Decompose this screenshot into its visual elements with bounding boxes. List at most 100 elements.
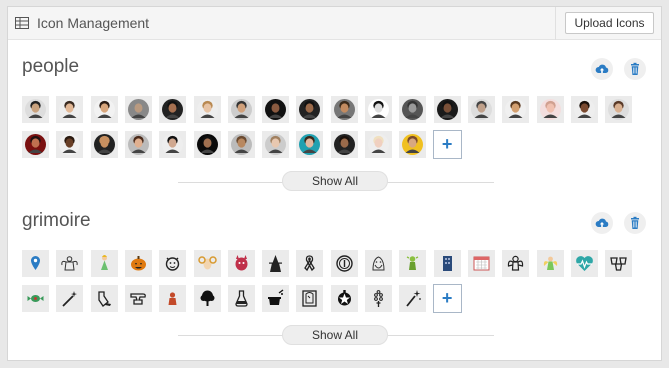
grimoire-tile[interactable] [56, 250, 84, 277]
grimoire-tile[interactable] [159, 285, 187, 312]
coin-icon [335, 255, 353, 272]
demon-icon [235, 255, 248, 271]
avatar-icon-woman-dark[interactable] [193, 131, 221, 158]
section-title-people: people [22, 56, 80, 77]
trash-icon [631, 62, 639, 75]
grimoire-tile[interactable] [365, 250, 392, 277]
avatar-icon-woman-curly[interactable] [570, 96, 598, 123]
grimoire-tile[interactable] [296, 250, 324, 277]
avatar-icon-woman-smile[interactable] [124, 131, 152, 158]
avatar-icon-woman-light[interactable] [262, 131, 290, 158]
grimoire-tile[interactable] [605, 250, 633, 277]
avatar-icon-woman-red[interactable] [22, 131, 49, 158]
grimoire-tile[interactable] [399, 250, 427, 277]
grimoire-show-all-button[interactable]: Show All [282, 325, 388, 345]
grimoire-tile[interactable] [124, 285, 152, 312]
trash-icon [631, 216, 639, 229]
avatar-icon-man-dark[interactable] [159, 96, 187, 123]
heart-pulse-icon [575, 256, 593, 271]
pentagram-icon [337, 290, 351, 306]
avatar-icon-woman-afro[interactable] [56, 131, 84, 158]
avatar-icon-man-dark-bg[interactable] [433, 96, 461, 123]
avatar-icon-man-hat[interactable] [90, 96, 118, 123]
avatar-icon-woman-dark-hair[interactable] [56, 96, 84, 123]
avatar-icon-woman-brown[interactable] [605, 96, 633, 123]
avatar-icon-man-cap[interactable] [159, 131, 187, 158]
fairy-icon [100, 255, 108, 270]
avatar-icon-woman-pink[interactable] [536, 96, 564, 123]
avatar-icon-woman-teal[interactable] [296, 131, 324, 158]
grimoire-delete-button[interactable] [624, 212, 646, 234]
anvil-icon [130, 293, 146, 305]
grimoire-tile[interactable] [90, 285, 118, 312]
grimoire-tile[interactable] [399, 285, 427, 312]
avatar-icon-man-suit[interactable] [22, 96, 49, 123]
calendar-icon [473, 256, 490, 271]
avatar-icon-man-bw[interactable] [365, 96, 392, 123]
avatar-icon-woman-yellow[interactable] [399, 131, 427, 158]
avatar-icon-man-tanned[interactable] [227, 131, 255, 158]
grimoire-tile[interactable] [570, 250, 598, 277]
grimoire-tile[interactable] [502, 250, 530, 277]
panel-header: Icon Management Upload Icons [8, 7, 661, 40]
flask-icon [235, 290, 248, 307]
ribbon-icon [304, 255, 316, 272]
grimoire-tile[interactable] [467, 250, 495, 277]
grimoire-tile[interactable] [262, 250, 290, 277]
grimoire-tile[interactable] [90, 250, 118, 277]
cauldrons-icon [610, 257, 627, 271]
grid-icon [15, 17, 29, 29]
sparkle-wand-icon [406, 290, 422, 307]
avatar-icon-woman-long[interactable] [330, 131, 358, 158]
pumpkin-icon [130, 256, 146, 271]
goblin-icon [406, 256, 419, 270]
grimoire-tile[interactable] [22, 250, 49, 277]
avatar-icon-man-tan[interactable] [502, 96, 530, 123]
grimoire-tile[interactable] [262, 285, 290, 312]
grimoire-tile[interactable] [330, 250, 358, 277]
people-upload-button[interactable] [591, 58, 613, 80]
avatar-icon-man-smile[interactable] [227, 96, 255, 123]
wizard-face-icon [372, 256, 385, 271]
grimoire-tile[interactable] [193, 250, 221, 277]
stamp-icon [168, 292, 177, 305]
map-pin-icon [31, 256, 40, 270]
grimoire-tile[interactable] [227, 285, 255, 312]
avatar-icon-woman-blonde[interactable] [193, 96, 221, 123]
magic-hat-icon [268, 289, 284, 305]
angel-color-icon [543, 256, 557, 270]
grimoire-add-icon-button[interactable]: + [432, 284, 462, 313]
people-add-icon-button[interactable]: + [432, 130, 462, 159]
avatar-icon-old-man[interactable] [124, 96, 152, 123]
rosary-icon [374, 290, 383, 307]
avatar-icon-man-gray[interactable] [399, 96, 427, 123]
upload-icons-button[interactable]: Upload Icons [565, 12, 654, 34]
grimoire-upload-button[interactable] [591, 212, 613, 234]
avatar-icon-man-beard[interactable] [296, 96, 324, 123]
avatar-icon-man-bald[interactable] [90, 131, 118, 158]
cloud-upload-icon [595, 218, 609, 227]
grimoire-tile[interactable] [330, 285, 358, 312]
grimoire-tile[interactable] [227, 250, 255, 277]
cherub-icon [508, 255, 524, 271]
grimoire-tile[interactable] [124, 250, 152, 277]
avatar-icon-man-brown[interactable] [330, 96, 358, 123]
angel-outline-icon [61, 256, 78, 271]
grimoire-tile[interactable] [296, 285, 324, 312]
people-show-all-button[interactable]: Show All [282, 171, 388, 191]
grimoire-tile[interactable] [433, 250, 461, 277]
grimoire-tile[interactable] [56, 285, 84, 312]
grimoire-tile[interactable] [536, 250, 564, 277]
candy-icon [27, 295, 44, 302]
mirror-icon [302, 290, 318, 307]
grimoire-tile[interactable] [193, 285, 221, 312]
grimoire-tile[interactable] [365, 285, 392, 312]
cloud-upload-icon [595, 64, 609, 73]
tower-icon [442, 256, 452, 271]
people-delete-button[interactable] [624, 58, 646, 80]
grimoire-tile[interactable] [159, 250, 187, 277]
avatar-icon-woman-platinum[interactable] [365, 131, 392, 158]
grimoire-tile[interactable] [22, 285, 49, 312]
avatar-icon-woman-black[interactable] [262, 96, 290, 123]
avatar-icon-man-glasses[interactable] [467, 96, 495, 123]
